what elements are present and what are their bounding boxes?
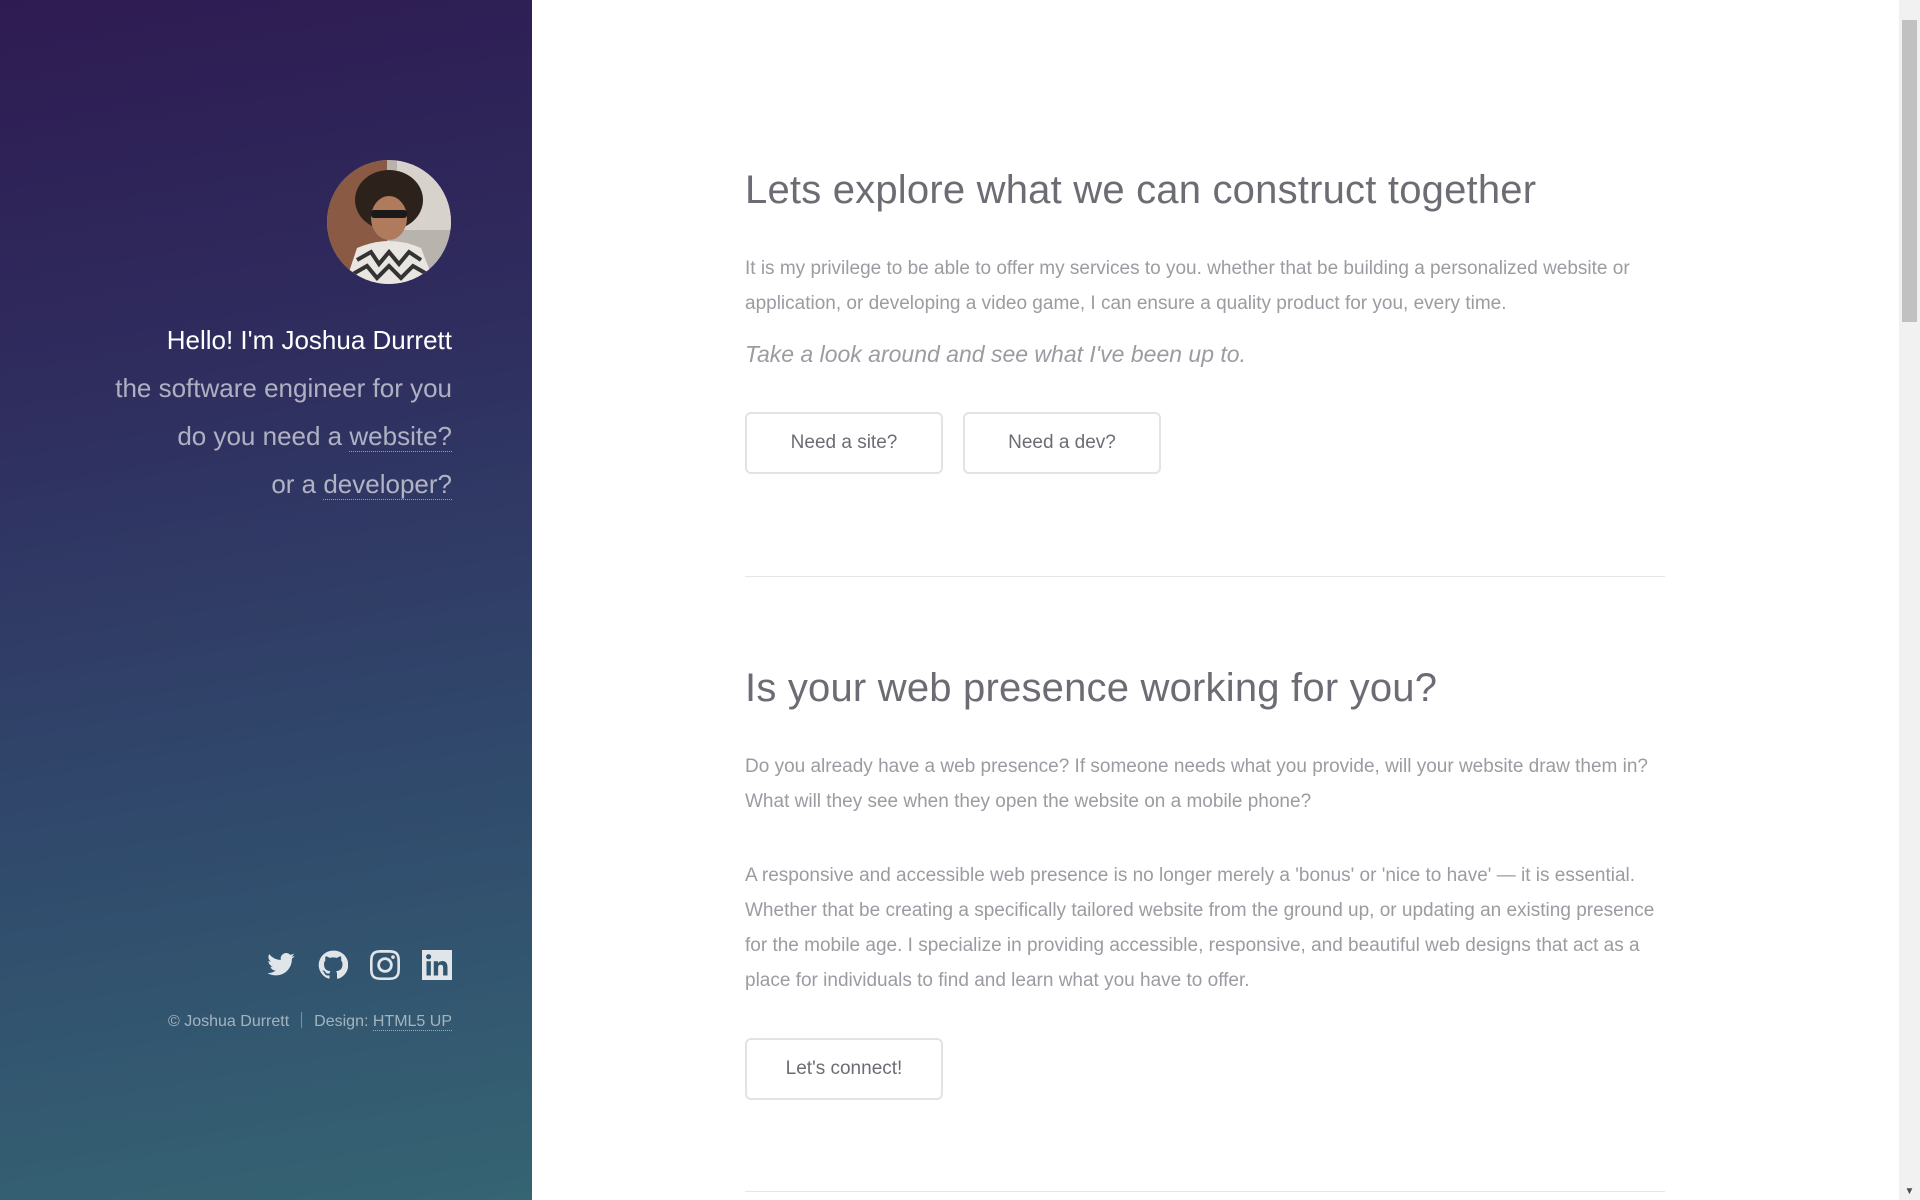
avatar <box>327 160 451 284</box>
github-icon[interactable] <box>318 950 348 980</box>
website-link[interactable]: website? <box>349 421 452 452</box>
linkedin-icon[interactable] <box>422 950 452 980</box>
copyright: © Joshua Durrett Design: HTML5 UP <box>168 1012 452 1031</box>
section-web-presence-para1: Do you already have a web presence? If s… <box>745 756 1649 812</box>
section-explore-buttons: Need a site? Need a dev? <box>745 412 1665 474</box>
section-divider <box>745 576 1665 577</box>
section-web-presence-heading: Is your web presence working for you? <box>745 666 1438 710</box>
developer-link[interactable]: developer? <box>323 469 452 500</box>
avatar-image <box>327 160 451 284</box>
page-scrollbar[interactable]: ▼ <box>1899 0 1920 1200</box>
website-line-prefix: do you need a <box>177 421 350 451</box>
section-explore-heading: Lets explore what we can construct toget… <box>745 168 1537 212</box>
greeting: Hello! I'm Joshua Durrett <box>166 325 452 355</box>
twitter-icon[interactable] <box>266 950 296 980</box>
copyright-separator <box>301 1012 303 1028</box>
section-web-presence-para2: A responsive and accessible web presence… <box>745 865 1655 991</box>
social-links <box>266 950 452 980</box>
section-explore-body: It is my privilege to be able to offer m… <box>745 258 1630 314</box>
lets-connect-button[interactable]: Let's connect! <box>745 1038 943 1100</box>
need-a-site-button[interactable]: Need a site? <box>745 412 943 474</box>
website-line: do you need a website? <box>0 412 452 460</box>
scrollbar-thumb[interactable] <box>1902 20 1917 322</box>
main-content: Lets explore what we can construct toget… <box>532 0 1899 1200</box>
sidebar: Hello! I'm Joshua Durrett the software e… <box>0 0 532 1200</box>
developer-line: or a developer? <box>0 460 452 508</box>
developer-line-prefix: or a <box>271 469 324 499</box>
scroll-down-arrow-icon[interactable]: ▼ <box>1899 1182 1920 1200</box>
design-credit-prefix: Design: <box>314 1013 373 1030</box>
tagline: the software engineer for you <box>115 373 452 403</box>
section-web-presence: Is your web presence working for you? Do… <box>745 666 1665 1100</box>
copyright-text: © Joshua Durrett <box>168 1013 290 1030</box>
section-explore: Lets explore what we can construct toget… <box>745 168 1665 474</box>
design-credit-link[interactable]: HTML5 UP <box>372 1013 452 1031</box>
section-explore-italic: Take a look around and see what I've bee… <box>745 341 1246 367</box>
need-a-dev-button[interactable]: Need a dev? <box>963 412 1161 474</box>
intro-text: Hello! I'm Joshua Durrett the software e… <box>0 316 452 508</box>
section-web-presence-buttons: Let's connect! <box>745 1038 1665 1100</box>
section-divider-bottom <box>745 1191 1665 1192</box>
instagram-icon[interactable] <box>370 950 400 980</box>
